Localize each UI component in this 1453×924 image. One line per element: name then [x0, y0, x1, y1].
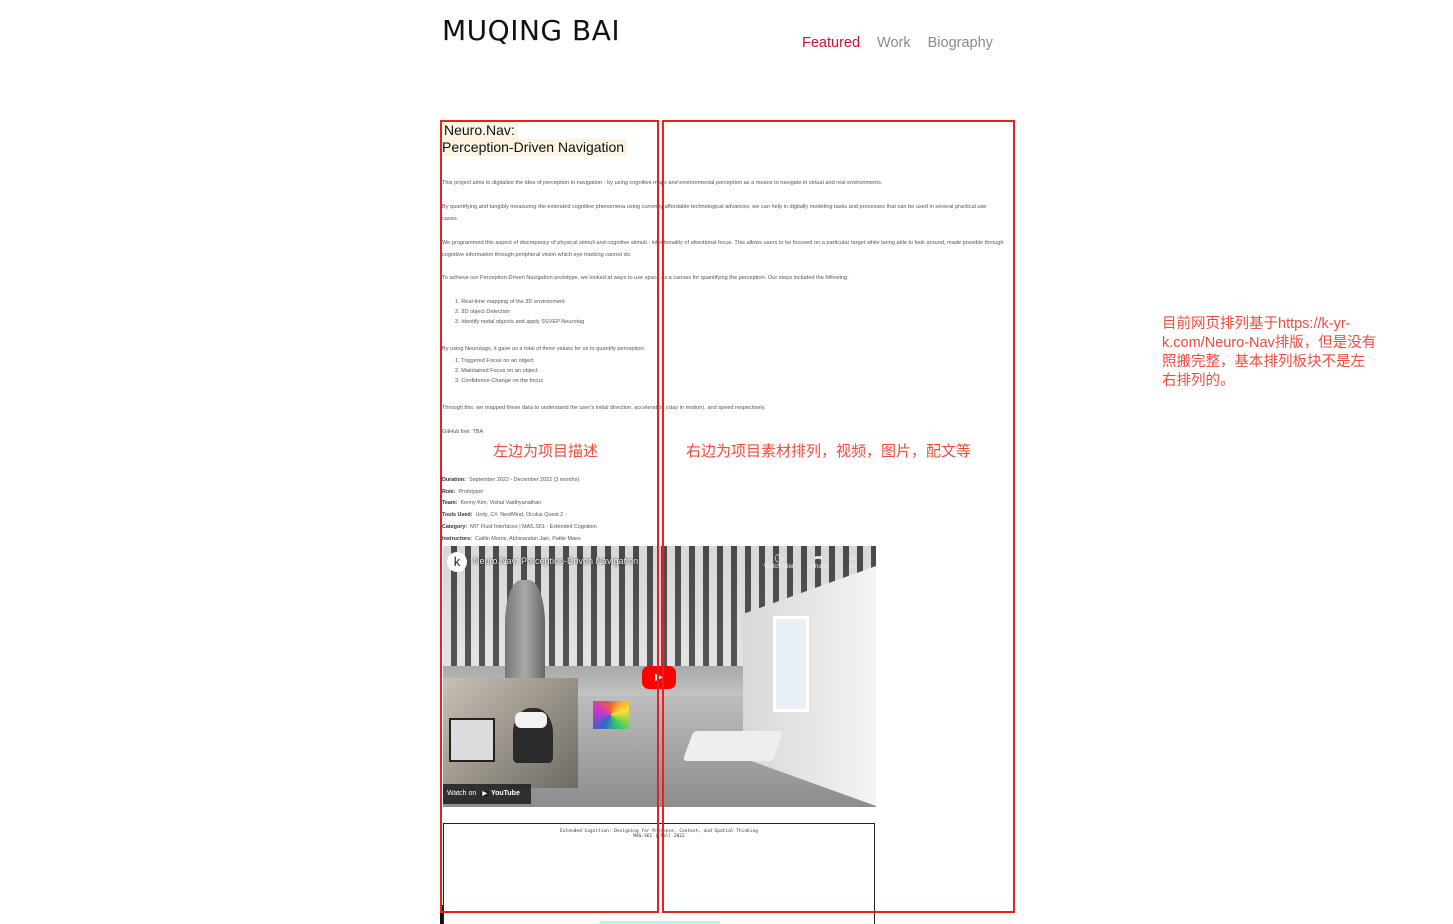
watch-later-button[interactable]: ◷ Watch later — [759, 552, 799, 570]
meta-team: Team: Kenny Kim, Vishal Vaidhyanathan — [442, 500, 542, 507]
meta-instructors: Instructors: Caitlin Morris, Abhinandan … — [442, 535, 581, 542]
playlist-button[interactable]: ≡ 1/1 — [833, 552, 873, 570]
values-intro: By using Neurotags, it gave us a total o… — [442, 346, 646, 352]
nav-work[interactable]: Work — [877, 35, 911, 51]
project-title-line2: Perception-Driven Navigation — [442, 139, 628, 156]
video-inset-user — [443, 678, 578, 788]
embed-edge — [440, 905, 443, 924]
vr-headset-image — [515, 712, 547, 728]
play-button[interactable]: ▶ — [642, 666, 676, 689]
pdf-header-line2: MAS.S61 | Fall 2022 — [633, 834, 685, 839]
intro-paragraph: This project aims to digitalize the idea… — [442, 180, 883, 186]
meta-tools: Tools Used: Unity, C#, NextMind, Oculus … — [442, 512, 564, 519]
layout-note: 目前网页排列基于https://k-yr-k.com/Neuro-Nav排版，但… — [1162, 316, 1377, 389]
video-frame-window — [773, 616, 809, 712]
main-nav: Featured Work Biography — [802, 35, 993, 51]
meta-duration: Duration: September 2022 - December 2022… — [442, 477, 580, 483]
list-item: 1. Triggered Focus on an object — [455, 358, 534, 364]
pdf-embed[interactable]: Extended Cognition: Designing for Presen… — [443, 823, 875, 924]
github-link[interactable]: GitHub link: TBA — [442, 427, 1004, 439]
left-annotation-label: 左边为项目描述 — [493, 442, 599, 460]
list-item: 3. Identify nodal objects and apply SSVE… — [455, 319, 585, 325]
playlist-icon: ≡ — [849, 552, 857, 564]
list-item: 3. Confidence-Change on the focus — [455, 378, 544, 384]
video-frame-painting — [593, 701, 629, 729]
nav-biography[interactable]: Biography — [928, 35, 993, 51]
list-item: 1. Real-time mapping of the 3D environme… — [455, 299, 565, 305]
site-title[interactable]: MUQING BAI — [442, 14, 620, 47]
list-item: 2. 3D object Detection — [455, 309, 511, 315]
monitor-image — [449, 718, 495, 762]
channel-avatar[interactable]: k — [447, 552, 467, 572]
video-frame-bench — [682, 731, 784, 761]
watch-on-youtube-link[interactable]: Watch onYouTube — [443, 784, 531, 804]
quantify-paragraph: By quantifying and tangibly measuring th… — [442, 204, 987, 222]
project-meta: Duration: September 2022 - December 2022… — [442, 475, 597, 545]
video-title[interactable]: Neuro.Nav: Perception-Driven Navigation — [473, 556, 638, 566]
project-title: Neuro.Nav: Perception-Driven Navigation — [442, 122, 628, 156]
approach-paragraph: To achieve our Perception-Driven Navigat… — [442, 275, 849, 281]
clock-icon: ◷ — [774, 552, 784, 564]
meta-category: Category: MIT Fluid Interfaces | MAS.S61… — [442, 523, 597, 530]
right-annotation-label: 右边为项目素材排列，视频，图片，配文等 — [686, 442, 972, 460]
discrepancy-paragraph: We programmed this aspect of discrepancy… — [442, 240, 1004, 258]
mapping-paragraph: Through this, we mapped these data to un… — [442, 405, 766, 411]
youtube-video-embed[interactable]: k Neuro.Nav: Perception-Driven Navigatio… — [443, 546, 876, 807]
nav-featured[interactable]: Featured — [802, 35, 860, 51]
list-item: 2. Maintained Focus on an object — [455, 368, 538, 374]
video-frame-vase — [505, 580, 545, 690]
play-icon: ▶ — [655, 672, 663, 683]
project-title-line1: Neuro.Nav: — [442, 122, 518, 139]
steps-list: 1. Real-time mapping of the 3D environme… — [455, 297, 584, 327]
meta-role: Role: Prototyper — [442, 488, 484, 495]
values-list: 1. Triggered Focus on an object 2. Maint… — [455, 356, 543, 386]
youtube-logo: YouTube — [480, 790, 520, 797]
